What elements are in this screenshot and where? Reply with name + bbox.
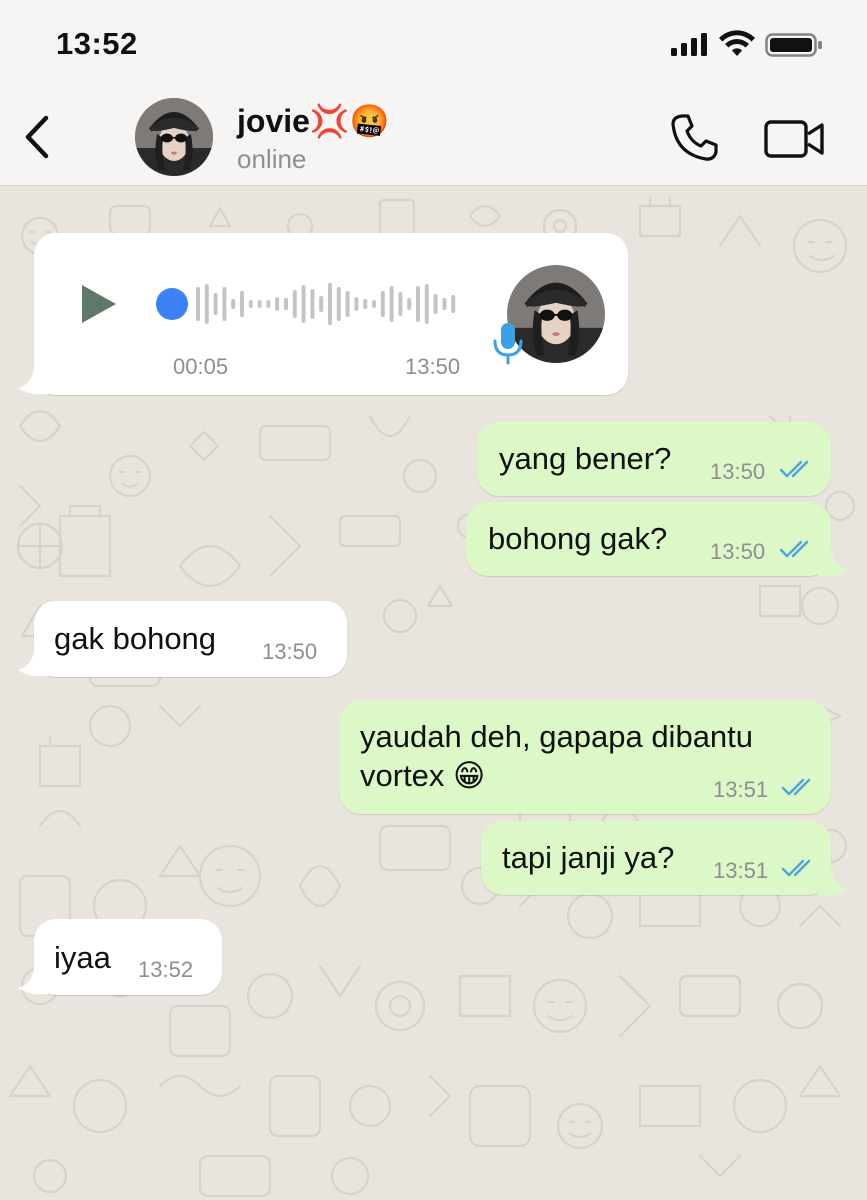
back-chevron-icon[interactable]: [18, 112, 58, 162]
message-bubble-outgoing[interactable]: yaudah deh, gapapa dibantu vortex 😁 13:5…: [339, 701, 831, 814]
message-time: 13:52: [138, 957, 194, 982]
waveform-bar: [222, 287, 227, 321]
message-time: 13:50: [262, 639, 318, 664]
contact-status: online: [237, 144, 307, 174]
waveform-bar: [336, 287, 341, 321]
message-time: 13:50: [710, 539, 766, 564]
waveform-bar: [451, 295, 456, 313]
message-bubble-outgoing[interactable]: bohong gak? 13:50: [466, 502, 831, 576]
message-bubble-outgoing[interactable]: tapi janji ya? 13:51: [481, 821, 831, 895]
waveform-bar: [354, 297, 359, 311]
status-icons: [671, 30, 822, 57]
double-check-icon: [781, 778, 811, 796]
message-text-line1: yaudah deh, gapapa dibantu: [360, 719, 754, 754]
waveform-bar: [416, 286, 420, 322]
video-camera-icon[interactable]: [764, 118, 826, 160]
double-check-icon: [781, 859, 811, 877]
status-time: 13:52: [56, 26, 138, 61]
double-check-icon: [779, 540, 809, 558]
status-bar: 13:52: [0, 0, 867, 90]
bubble-tail: [818, 869, 848, 896]
message-text: gak bohong: [54, 621, 217, 656]
waveform-bar: [433, 294, 438, 314]
message-text: iyaa: [54, 940, 111, 975]
bubble-tail: [18, 368, 48, 395]
waveform-bar: [345, 291, 350, 317]
battery-icon: [765, 33, 822, 57]
waveform-bar: [213, 293, 218, 315]
voice-duration: 00:05: [173, 354, 229, 379]
waveform-bar: [266, 300, 271, 308]
waveform-bar: [257, 300, 262, 308]
double-check-icon: [779, 460, 809, 478]
message-bubble-outgoing[interactable]: yang bener? 13:50: [477, 422, 831, 496]
waveform-progress-dot: [156, 288, 188, 320]
wifi-icon: [719, 30, 755, 56]
waveform-bar: [424, 284, 429, 324]
waveform-bar: [319, 296, 324, 312]
phone-icon[interactable]: [668, 112, 720, 164]
waveform-bar: [398, 292, 403, 316]
message-time: 13:51: [713, 858, 769, 883]
message-text: bohong gak?: [488, 521, 668, 556]
waveform-bar: [284, 298, 288, 310]
message-bubble-incoming[interactable]: iyaa 13:52: [34, 919, 222, 995]
waveform-bar: [442, 298, 447, 310]
message-time: 13:51: [713, 777, 769, 802]
microphone-icon: [493, 323, 523, 365]
play-icon[interactable]: [80, 283, 118, 325]
message-bubble-incoming[interactable]: gak bohong 13:50: [34, 601, 347, 677]
waveform-bar: [363, 299, 368, 309]
message-time: 13:50: [710, 459, 766, 484]
bubble-tail: [18, 650, 48, 677]
contact-name[interactable]: jovie💢🤬: [237, 102, 390, 140]
chat-header: jovie💢🤬 online: [0, 90, 867, 186]
message-text-line2: vortex 😁: [360, 758, 486, 793]
voice-waveform[interactable]: [154, 279, 464, 329]
voice-message-bubble[interactable]: 00:05 13:50: [34, 233, 628, 395]
bubble-tail: [18, 968, 48, 995]
waveform-bar: [310, 289, 315, 319]
message-text: yang bener?: [499, 441, 672, 476]
contact-avatar[interactable]: [135, 98, 213, 176]
waveform-bar: [292, 290, 297, 318]
message-text: tapi janji ya?: [502, 840, 675, 875]
waveform-bar: [389, 286, 394, 322]
message-time: 13:50: [405, 354, 461, 379]
waveform-bar: [240, 291, 244, 317]
waveform-bar: [301, 285, 306, 323]
waveform-bar: [275, 297, 280, 311]
waveform-bar: [231, 299, 236, 309]
waveform-bar: [328, 283, 332, 325]
signal-icon: [671, 33, 707, 56]
waveform-bar: [407, 298, 412, 310]
waveform-bar: [248, 300, 253, 308]
bubble-tail: [818, 550, 848, 577]
waveform-bar: [204, 284, 209, 324]
waveform-bar: [372, 300, 376, 308]
waveform-bar: [380, 291, 385, 317]
waveform-bar: [196, 287, 200, 321]
